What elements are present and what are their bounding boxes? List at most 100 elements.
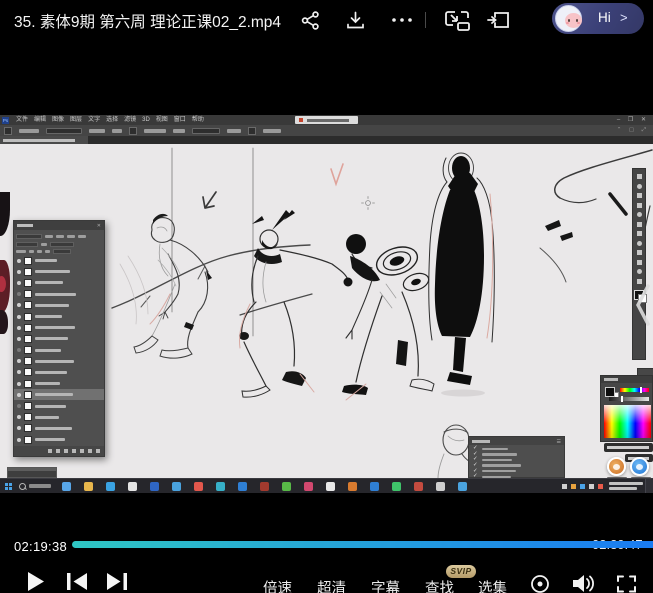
blend-mode-select[interactable] — [16, 242, 38, 247]
photoshop-toolbar[interactable] — [632, 168, 646, 360]
layer-footer-icon[interactable] — [48, 449, 52, 453]
tray-icon[interactable] — [589, 484, 594, 489]
layer-row[interactable] — [14, 412, 104, 423]
layer-row[interactable] — [14, 367, 104, 378]
play-icon[interactable] — [24, 570, 46, 593]
tool-icon[interactable] — [637, 241, 642, 246]
eye-icon[interactable] — [17, 393, 21, 397]
ps-menu-item[interactable]: 选择 — [106, 115, 118, 125]
color-spectrum[interactable] — [604, 405, 651, 438]
option-field[interactable] — [46, 128, 82, 134]
previous-icon[interactable] — [64, 572, 90, 591]
hue-slider[interactable] — [620, 388, 649, 392]
layer-row[interactable] — [14, 322, 104, 333]
tray-icon[interactable] — [562, 484, 567, 489]
ps-menu-item[interactable]: 图像 — [52, 115, 64, 125]
layer-row[interactable] — [14, 400, 104, 411]
eye-icon[interactable] — [17, 270, 21, 274]
eye-icon[interactable] — [17, 348, 21, 352]
taskbar-app-icon[interactable] — [348, 482, 357, 491]
taskbar-app-icon[interactable] — [128, 482, 137, 491]
start-button[interactable] — [5, 483, 12, 490]
layer-row[interactable] — [14, 300, 104, 311]
taskbar-app-icon[interactable] — [370, 482, 379, 491]
layer-footer-icon[interactable] — [80, 449, 84, 453]
system-tray[interactable] — [562, 484, 603, 489]
option-toggle[interactable] — [248, 127, 256, 135]
tool-icon[interactable] — [637, 184, 642, 189]
layer-row[interactable] — [14, 289, 104, 300]
taskbar-clock[interactable] — [609, 482, 643, 492]
next-icon[interactable] — [104, 572, 130, 591]
layer-row[interactable] — [14, 345, 104, 356]
ps-menu-item[interactable]: 图层 — [70, 115, 82, 125]
layer-row[interactable] — [14, 333, 104, 344]
taskbar-app-icon[interactable] — [194, 482, 203, 491]
ps-menu-item[interactable]: 文件 — [16, 115, 28, 125]
eye-icon[interactable] — [17, 326, 21, 330]
actions-panel[interactable]: ☰ ✓✓✓✓✓✓ — [468, 436, 565, 478]
ps-menu-item[interactable]: 3D — [142, 115, 150, 125]
eye-icon[interactable] — [17, 370, 21, 374]
tray-icon[interactable] — [571, 484, 576, 489]
eye-icon[interactable] — [17, 259, 21, 263]
opacity-field[interactable] — [50, 242, 74, 247]
taskbar-app-icon[interactable] — [326, 482, 335, 491]
taskbar-app-icon[interactable] — [106, 482, 115, 491]
layer-row[interactable] — [14, 311, 104, 322]
document-window-controls[interactable]: ⌃ ▢ ⤢ — [617, 127, 649, 134]
ps-menu-item[interactable]: 文字 — [88, 115, 100, 125]
fullscreen-icon[interactable] — [616, 574, 637, 593]
taskbar-app-icon[interactable] — [282, 482, 291, 491]
layer-footer-icon[interactable] — [72, 449, 76, 453]
layer-row[interactable] — [14, 378, 104, 389]
option-field[interactable] — [192, 128, 220, 134]
volume-icon[interactable] — [571, 573, 596, 593]
foreground-color-swatch[interactable] — [605, 387, 615, 397]
tool-icon[interactable] — [637, 222, 642, 227]
floating-app-icon-blue[interactable] — [630, 457, 649, 476]
tool-icon[interactable] — [637, 250, 642, 255]
taskbar-app-icon[interactable] — [216, 482, 225, 491]
taskbar-app-icon[interactable] — [150, 482, 159, 491]
panel-menu-icon[interactable]: ☰ — [557, 439, 561, 445]
ps-menu-item[interactable]: 帮助 — [192, 115, 204, 125]
eye-icon[interactable] — [17, 415, 21, 419]
eye-icon[interactable] — [17, 404, 21, 408]
layer-row[interactable] — [14, 277, 104, 288]
share-icon[interactable] — [300, 10, 321, 31]
pip-icon[interactable] — [444, 9, 472, 33]
tool-icon[interactable] — [637, 203, 642, 208]
color-panel[interactable] — [600, 375, 653, 442]
layers-panel-header[interactable]: ✕ — [14, 221, 104, 230]
taskbar-app-icon[interactable] — [458, 482, 467, 491]
taskbar-app-icon[interactable] — [260, 482, 269, 491]
tool-icon[interactable] — [637, 174, 642, 179]
taskbar-app-icon[interactable] — [414, 482, 423, 491]
ps-menu-item[interactable]: 视图 — [156, 115, 168, 125]
layer-row[interactable] — [14, 356, 104, 367]
tool-icon[interactable] — [637, 260, 642, 265]
option-toggle[interactable] — [129, 127, 137, 135]
layer-filter-field[interactable] — [16, 234, 42, 239]
tool-icon[interactable] — [637, 212, 642, 217]
video-frame[interactable]: Ps 文件编辑图像图层文字选择滤镜3D视图窗口帮助 – ❐ ✕ ⌃ ▢ ⤢ — [0, 115, 653, 493]
taskbar-app-icon[interactable] — [238, 482, 247, 491]
tray-icon[interactable] — [580, 484, 585, 489]
quality-button[interactable]: 超清 — [317, 577, 346, 593]
eye-icon[interactable] — [17, 292, 21, 296]
tool-icon[interactable] — [637, 269, 642, 274]
more-icon[interactable] — [389, 13, 415, 27]
progress-bar[interactable] — [72, 541, 653, 548]
cast-icon[interactable] — [486, 9, 512, 33]
notification-corner[interactable] — [645, 479, 653, 493]
eye-icon[interactable] — [17, 426, 21, 430]
assistant-button[interactable]: Hi > — [552, 3, 644, 34]
speed-button[interactable]: 倍速 — [263, 577, 292, 593]
layer-row[interactable] — [14, 434, 104, 445]
taskbar-app-icon[interactable] — [62, 482, 71, 491]
color-panel-header[interactable] — [601, 376, 652, 383]
download-icon[interactable] — [345, 10, 366, 31]
find-button[interactable]: 查找 — [425, 577, 454, 593]
close-icon[interactable]: ✕ — [97, 223, 101, 229]
